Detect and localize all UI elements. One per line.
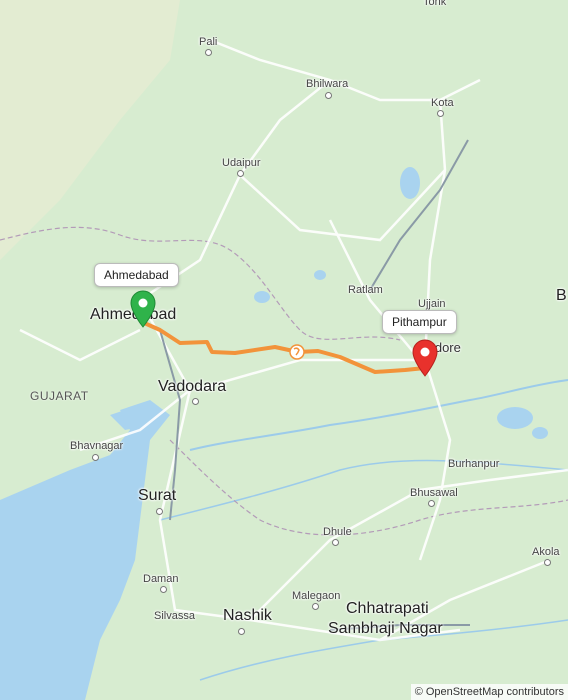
start-pin-icon[interactable] (129, 290, 157, 328)
city-label: Pali (199, 36, 218, 48)
city-dot-icon (437, 110, 444, 117)
city-label: Ujjain (418, 298, 446, 310)
city-label: Chhatrapati (346, 600, 429, 617)
city-label: Malegaon (292, 590, 341, 602)
city-label: Surat (138, 487, 177, 504)
city-label: Vadodara (158, 378, 227, 395)
city-label: Bhavnagar (70, 440, 124, 452)
city-label: Kota (431, 97, 454, 109)
city-label: Tonk (423, 0, 447, 8)
city-label: B (556, 287, 567, 304)
city-label: Akola (532, 546, 560, 558)
route-waypoint-icon (289, 344, 305, 360)
city-dot-icon (428, 500, 435, 507)
city-dot-icon (325, 92, 332, 99)
attribution[interactable]: © OpenStreetMap contributors (410, 684, 568, 700)
city-label: Dhule (323, 526, 352, 538)
city-dot-icon (192, 398, 199, 405)
city-label: Bhusawal (410, 487, 458, 499)
city-label: Sambhaji Nagar (328, 620, 443, 637)
map-canvas[interactable]: Tonk Pali Bhilwara Kota Udaipur Ratlam U… (0, 0, 568, 700)
city-label: Udaipur (222, 157, 261, 169)
city-label: Burhanpur (448, 458, 500, 470)
city-dot-icon (92, 454, 99, 461)
city-dot-icon (238, 628, 245, 635)
city-dot-icon (160, 586, 167, 593)
city-label: Bhilwara (306, 78, 349, 90)
city-dot-icon (544, 559, 551, 566)
city-dot-icon (205, 49, 212, 56)
attribution-text[interactable]: OpenStreetMap contributors (426, 686, 564, 698)
state-label: GUJARAT (30, 389, 89, 403)
city-dot-icon (312, 603, 319, 610)
city-label: Nashik (223, 607, 272, 624)
route-layer (140, 320, 427, 374)
start-location-callout[interactable]: Ahmedabad (94, 263, 179, 287)
end-location-callout[interactable]: Pithampur (382, 310, 457, 334)
city-dot-icon (237, 170, 244, 177)
end-pin-icon[interactable] (411, 339, 439, 377)
city-dot-icon (332, 539, 339, 546)
city-dot-icon (156, 508, 163, 515)
copyright-icon: © (414, 686, 423, 698)
city-label: Silvassa (154, 610, 195, 622)
city-label: Daman (143, 573, 179, 585)
city-label: Ratlam (348, 284, 383, 296)
